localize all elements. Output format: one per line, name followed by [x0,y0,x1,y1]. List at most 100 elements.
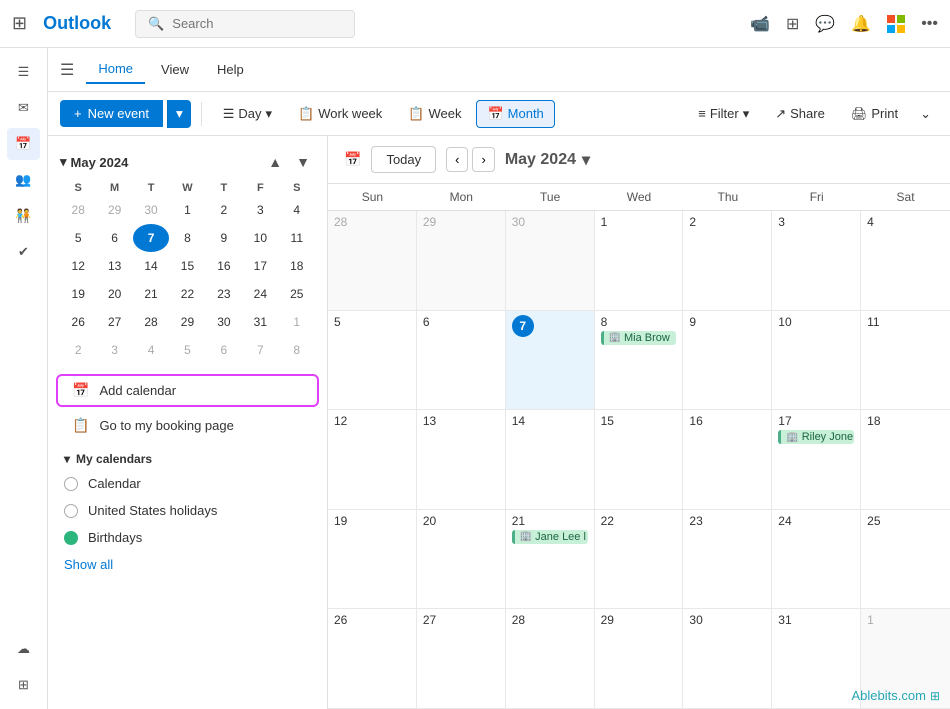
nav-tab-home[interactable]: Home [86,55,145,84]
mini-cal-day[interactable]: 27 [96,308,132,336]
grid-view-icon[interactable]: ⊞ [786,14,799,34]
mini-cal-day[interactable]: 5 [60,224,96,252]
mini-cal-day[interactable]: 29 [96,196,132,224]
month-day[interactable]: 28 [328,211,417,310]
mini-cal-day[interactable]: 6 [206,336,242,364]
mini-cal-day[interactable]: 7 [133,224,169,252]
month-day[interactable]: 26 [328,609,417,708]
mini-cal-day[interactable]: 29 [169,308,205,336]
mini-cal-day[interactable]: 2 [206,196,242,224]
mini-cal-day[interactable]: 30 [206,308,242,336]
share-button[interactable]: ↗ Share [764,100,836,128]
month-day[interactable]: 6 [417,311,506,410]
mini-cal-day[interactable]: 12 [60,252,96,280]
cal-next-button[interactable]: › [472,147,494,172]
mini-cal-day[interactable]: 9 [206,224,242,252]
mini-cal-day[interactable]: 5 [169,336,205,364]
month-day[interactable]: 7 [506,311,595,410]
mini-cal-day[interactable]: 7 [242,336,278,364]
mini-cal-day[interactable]: 6 [96,224,132,252]
strip-mail-icon[interactable]: ✉ [10,92,37,124]
month-day[interactable]: 28 [506,609,595,708]
calendar-item-birthdays[interactable]: Birthdays [48,524,327,551]
month-day[interactable]: 19 [328,510,417,609]
month-day[interactable]: 21🏢Jane Lee l [506,510,595,609]
calendar-item-calendar[interactable]: Calendar [48,470,327,497]
booking-page-action[interactable]: 📋 Go to my booking page [56,409,319,442]
month-day[interactable]: 5 [328,311,417,410]
strip-apps-icon[interactable]: ⊞ [10,669,37,701]
strip-calendar-icon[interactable]: 📅 [7,128,39,160]
month-day[interactable]: 30 [506,211,595,310]
mini-cal-day[interactable]: 21 [133,280,169,308]
mini-cal-day[interactable]: 30 [133,196,169,224]
month-day[interactable]: 15 [595,410,684,509]
mini-cal-day[interactable]: 16 [206,252,242,280]
mini-cal-day[interactable]: 22 [169,280,205,308]
mini-cal-day[interactable]: 4 [133,336,169,364]
bell-icon[interactable]: 🔔 [851,14,871,34]
event-chip[interactable]: 🏢Riley Jone [778,430,854,444]
month-day[interactable]: 11 [861,311,950,410]
month-day[interactable]: 31 [772,609,861,708]
mini-cal-day[interactable]: 26 [60,308,96,336]
strip-tasks-icon[interactable]: ✔ [10,236,37,268]
mini-cal-day[interactable]: 2 [60,336,96,364]
mini-cal-day[interactable]: 25 [279,280,315,308]
mini-cal-day[interactable]: 1 [169,196,205,224]
month-day[interactable]: 4 [861,211,950,310]
event-chip[interactable]: 🏢Mia Brow [601,331,677,345]
add-calendar-action[interactable]: 📅 Add calendar [56,374,319,407]
mini-cal-day[interactable]: 8 [169,224,205,252]
chat-icon[interactable]: 💬 [815,14,835,34]
mini-cal-prev-button[interactable]: ▲ [263,152,287,172]
mini-cal-next-button[interactable]: ▼ [291,152,315,172]
mini-cal-day[interactable]: 14 [133,252,169,280]
month-day[interactable]: 17🏢Riley Jone [772,410,861,509]
mini-cal-day[interactable]: 17 [242,252,278,280]
mini-cal-day[interactable]: 24 [242,280,278,308]
month-day[interactable]: 14 [506,410,595,509]
cal-prev-button[interactable]: ‹ [446,147,468,172]
filter-button[interactable]: ≡ Filter ▾ [687,100,760,128]
strip-people-icon[interactable]: 👥 [7,164,39,196]
month-day[interactable]: 2 [683,211,772,310]
expand-button[interactable]: ⌄ [913,101,938,127]
month-day[interactable]: 25 [861,510,950,609]
month-day[interactable]: 29 [595,609,684,708]
mini-cal-day[interactable]: 20 [96,280,132,308]
month-day[interactable]: 3 [772,211,861,310]
nav-tab-view[interactable]: View [149,56,201,83]
mini-cal-day[interactable]: 19 [60,280,96,308]
view-week-button[interactable]: 📋 Week [397,100,472,128]
month-day[interactable]: 30 [683,609,772,708]
print-button[interactable]: 🖨 Print [840,100,909,128]
mini-cal-day[interactable]: 13 [96,252,132,280]
new-event-button[interactable]: + New event [60,100,163,127]
mini-cal-day[interactable]: 4 [279,196,315,224]
today-button[interactable]: Today [371,146,436,173]
mini-cal-day[interactable]: 8 [279,336,315,364]
search-box[interactable]: 🔍 [135,10,355,38]
month-day[interactable]: 13 [417,410,506,509]
event-chip[interactable]: 🏢Jane Lee l [512,530,588,544]
my-calendars-section[interactable]: ▾ My calendars [48,444,327,470]
mini-cal-day[interactable]: 3 [242,196,278,224]
view-day-button[interactable]: ☰ Day ▾ [212,100,283,128]
search-input[interactable] [172,16,332,31]
app-grid-icon[interactable]: ⊞ [12,13,27,34]
month-day[interactable]: 9 [683,311,772,410]
month-day[interactable]: 29 [417,211,506,310]
mini-cal-day[interactable]: 23 [206,280,242,308]
hamburger-icon[interactable]: ☰ [60,60,74,80]
ms-logo-icon[interactable] [887,15,905,33]
mini-cal-day[interactable]: 28 [60,196,96,224]
strip-groups-icon[interactable]: 🧑‍🤝‍🧑 [7,200,39,232]
view-month-button[interactable]: 📅 Month [476,100,554,128]
month-day[interactable]: 20 [417,510,506,609]
mini-cal-day[interactable]: 1 [279,308,315,336]
cal-month-dropdown-icon[interactable]: ▾ [582,150,590,170]
month-day[interactable]: 12 [328,410,417,509]
show-all-button[interactable]: Show all [48,551,327,578]
mini-cal-day[interactable]: 18 [279,252,315,280]
